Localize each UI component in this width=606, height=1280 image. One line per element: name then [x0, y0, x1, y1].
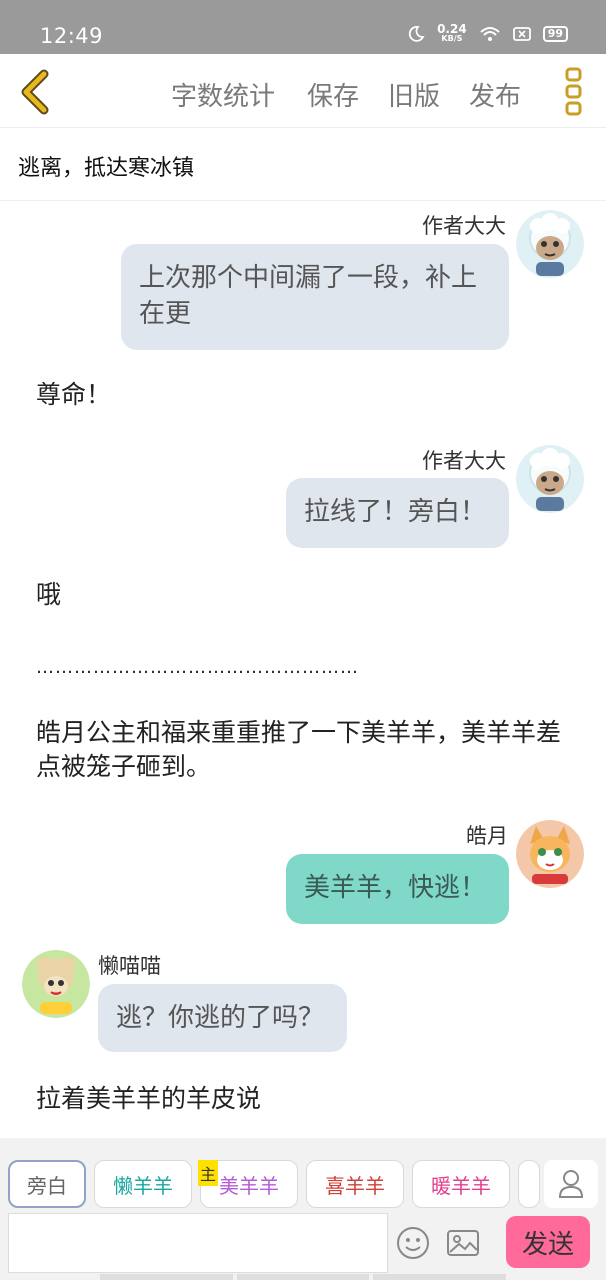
- speaker-name: 懒喵喵: [98, 954, 161, 978]
- speaker-name: 作者大大: [422, 449, 506, 473]
- divider: [0, 200, 606, 201]
- narration-text[interactable]: 拉着美羊羊的羊皮说: [36, 1082, 261, 1116]
- chat-bubble[interactable]: 美羊羊，快逃！: [286, 854, 509, 924]
- character-chip-nuanyangyang[interactable]: 暖羊羊: [412, 1160, 510, 1208]
- character-chip-xiyangyang[interactable]: 喜羊羊: [306, 1160, 404, 1208]
- old-version-button[interactable]: 旧版: [388, 76, 440, 113]
- chapter-title[interactable]: 逃离，抵达寒冰镇: [18, 150, 194, 182]
- character-chip-label: 暖羊羊: [431, 1173, 491, 1198]
- chat-bubble[interactable]: 逃？你逃的了吗？: [98, 984, 347, 1052]
- message-input[interactable]: [8, 1213, 388, 1273]
- narration-text[interactable]: ……………………………………………: [36, 651, 359, 685]
- status-time: 12:49: [40, 24, 104, 48]
- sheep-avatar-icon: [22, 950, 90, 1018]
- character-chip-more[interactable]: [518, 1160, 540, 1208]
- more-menu-icon[interactable]: [562, 66, 586, 116]
- author-avatar[interactable]: [516, 445, 584, 513]
- net-speed-unit: KB/S: [441, 34, 463, 43]
- moon-icon: [408, 26, 425, 42]
- emoji-icon[interactable]: [396, 1226, 430, 1260]
- main-character-tag: 主: [198, 1160, 218, 1186]
- narration-text[interactable]: 哦: [36, 578, 61, 612]
- role-manager-button[interactable]: [544, 1160, 598, 1208]
- net-speed-value: 0.24: [437, 22, 467, 36]
- status-bar: 12:49 0.24 KB/S 99: [0, 0, 606, 54]
- sim-icon: [512, 27, 531, 41]
- cat-avatar-icon: [516, 820, 584, 888]
- character-chip-narrator[interactable]: 旁白: [8, 1160, 86, 1208]
- character-chip-lanyangyang[interactable]: 懒羊羊: [94, 1160, 192, 1208]
- chat-bubble[interactable]: 上次那个中间漏了一段，补上在更: [121, 244, 509, 350]
- send-button[interactable]: 发送: [506, 1216, 590, 1268]
- status-icons: 0.24 KB/S 99: [407, 22, 568, 44]
- narration-text[interactable]: 尊命！: [36, 378, 111, 412]
- sheep-avatar-icon: [516, 210, 584, 278]
- battery-indicator: 99: [542, 26, 568, 42]
- wifi-icon: [480, 27, 500, 41]
- back-arrow-icon[interactable]: [14, 68, 54, 116]
- character-chip-label: 旁白: [27, 1173, 67, 1198]
- author-avatar[interactable]: [516, 210, 584, 278]
- bottom-scroll-indicator: [100, 1274, 507, 1280]
- net-speed: 0.24 KB/S: [437, 22, 467, 44]
- character-chip-label: 美羊羊: [219, 1173, 279, 1198]
- narration-text[interactable]: 皓月公主和福来重重推了一下美羊羊，美羊羊差点被笼子砸到。: [36, 716, 584, 784]
- speaker-name: 皓月: [466, 824, 508, 848]
- top-toolbar: 字数统计 保存 旧版 发布: [0, 54, 606, 128]
- word-count-button[interactable]: 字数统计: [171, 76, 275, 113]
- chat-bubble[interactable]: 拉线了！旁白！: [286, 478, 509, 548]
- lanmiaomiao-avatar[interactable]: [22, 950, 90, 1018]
- character-chip-label: 懒羊羊: [113, 1173, 173, 1198]
- image-icon[interactable]: [446, 1226, 480, 1260]
- publish-button[interactable]: 发布: [469, 76, 521, 113]
- character-chip-label: 喜羊羊: [325, 1173, 385, 1198]
- haoyue-avatar[interactable]: [516, 820, 584, 888]
- person-icon: [558, 1170, 584, 1198]
- save-button[interactable]: 保存: [307, 76, 359, 113]
- speaker-name: 作者大大: [422, 214, 506, 238]
- sheep-avatar-icon: [516, 445, 584, 513]
